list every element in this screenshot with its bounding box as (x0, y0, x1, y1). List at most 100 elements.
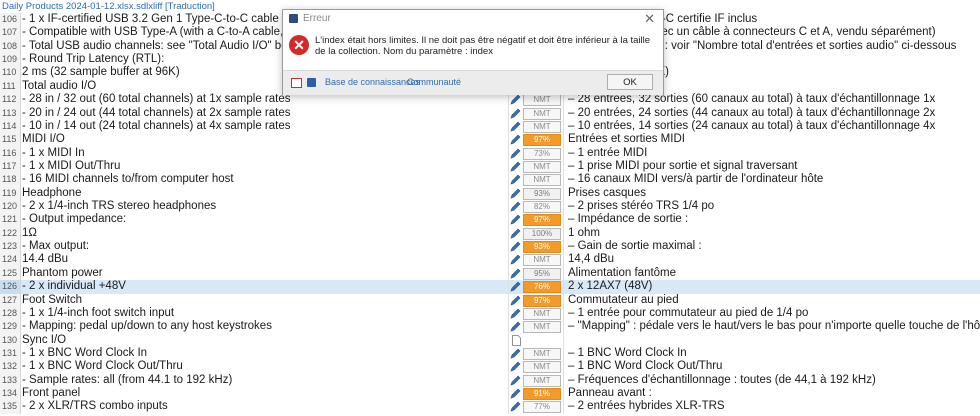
dialog-message: L'index était hors limites. Il ne doit p… (315, 35, 651, 57)
source-text[interactable]: 1Ω (21, 226, 509, 241)
segment-row[interactable]: 113- 20 in / 24 out (44 total channels) … (0, 106, 980, 120)
segment-row[interactable]: 129- Mapping: pedal up/down to any host … (0, 320, 980, 334)
target-text[interactable]: – Gain de sortie maximal : (568, 240, 980, 253)
source-text[interactable]: - 2 x individual +48V (21, 280, 509, 294)
match-badge: 73% (523, 147, 561, 160)
segment-row[interactable]: 125 Phantom power 95% Alimentation fantôme (0, 266, 980, 281)
segment-row[interactable]: 127 Foot Switch 97% Commutateur au pied (0, 293, 980, 307)
segment-number: 126 (0, 280, 21, 294)
source-text[interactable]: - 2 x 1/4-inch TRS stereo headphones (21, 200, 509, 214)
segment-row[interactable]: 135- 2 x XLR/TRS combo inputs 77% – 2 entr… (0, 400, 980, 414)
target-text[interactable]: – 28 entrées, 32 sorties (60 canaux au t… (568, 93, 980, 106)
dialog-title: Erreur (303, 13, 331, 24)
community-link[interactable]: Communauté (407, 77, 461, 87)
target-text[interactable]: – 10 entrées, 14 sorties (24 canaux au t… (568, 120, 980, 133)
segment-row[interactable]: 120- 2 x 1/4-inch TRS stereo headphones 8… (0, 200, 980, 214)
segment-row[interactable]: 112- 28 in / 32 out (60 total channels) … (0, 93, 980, 107)
match-badge: 76% (523, 281, 561, 294)
source-text[interactable]: MIDI I/O (21, 133, 509, 147)
target-text[interactable]: – Fréquences d'échantillonnage : toutes … (568, 374, 980, 387)
source-text[interactable]: Foot Switch (21, 293, 509, 307)
target-text[interactable]: Panneau avant : (568, 387, 980, 400)
source-text[interactable]: - 1 x BNC Word Clock In (21, 346, 509, 361)
source-text[interactable]: - Output impedance: (21, 213, 509, 227)
source-text[interactable]: - 28 in / 32 out (60 total channels) at … (21, 93, 509, 107)
segment-row[interactable]: 121- Output impedance: 97% – Impédance de … (0, 213, 980, 227)
segment-row[interactable]: 133- Sample rates: all (from 44.1 to 192… (0, 373, 980, 388)
source-text[interactable]: - 16 MIDI channels to/from computer host (21, 173, 509, 187)
segment-row[interactable]: 114- 10 in / 14 out (24 total channels) … (0, 119, 980, 134)
target-text[interactable]: – 1 BNC Word Clock Out/Thru (568, 360, 980, 373)
target-text[interactable]: – 2 prises stéréo TRS 1/4 po (568, 200, 980, 213)
target-text[interactable]: Commutateur au pied (568, 294, 980, 307)
source-text[interactable]: - 1 x BNC Word Clock Out/Thru (21, 360, 509, 374)
source-text[interactable]: Sync I/O (21, 333, 509, 347)
segment-number: 130 (0, 333, 21, 347)
target-text[interactable]: – 16 canaux MIDI vers/à partir de l'ordi… (568, 173, 980, 186)
segment-row[interactable]: 131- 1 x BNC Word Clock In NMT – 1 BNC Wor… (0, 346, 980, 361)
match-badge: NMT (523, 107, 561, 120)
source-text[interactable]: - 20 in / 24 out (44 total channels) at … (21, 106, 509, 120)
app-icon (289, 14, 298, 23)
target-text[interactable]: – 20 entrées, 24 sorties (44 canaux au t… (568, 107, 980, 120)
segment-row[interactable]: 130 Sync I/O (0, 333, 980, 347)
source-text[interactable]: Headphone (21, 186, 509, 201)
segment-row[interactable]: 126- 2 x individual +48V 76% 2 x 12AX7 (48… (0, 280, 980, 294)
target-text[interactable]: – Impédance de sortie : (568, 213, 980, 226)
pencil-icon (510, 188, 521, 199)
source-text[interactable]: - 1 x 1/4-inch foot switch input (21, 306, 509, 321)
segment-row[interactable]: 118- 16 MIDI channels to/from computer h… (0, 173, 980, 187)
segment-row[interactable]: 134 Front panel 91% Panneau avant : (0, 387, 980, 401)
target-text[interactable]: 1 ohm (568, 227, 980, 240)
source-text[interactable]: - 1 x MIDI Out/Thru (21, 159, 509, 174)
match-badge: NMT (523, 361, 561, 374)
target-text[interactable]: – 1 BNC Word Clock In (568, 347, 980, 360)
match-badge: 97% (523, 294, 561, 307)
pencil-icon (510, 361, 521, 372)
pencil-icon (510, 134, 521, 145)
segment-status: NMT (508, 253, 564, 267)
source-text[interactable]: - 10 in / 14 out (24 total channels) at … (21, 119, 509, 134)
report-icon[interactable] (291, 78, 302, 88)
target-text[interactable]: Entrées et sorties MIDI (568, 133, 980, 146)
document-tab[interactable]: Daily Products 2024-01-12.xlsx.sdlxliff … (2, 0, 215, 13)
source-text[interactable]: Front panel (21, 387, 509, 401)
target-text[interactable]: 14,4 dBu (568, 253, 980, 266)
match-badge: NMT (523, 174, 561, 187)
segment-row[interactable]: 124 14.4 dBu NMT 14,4 dBu (0, 253, 980, 267)
pencil-icon (510, 255, 521, 265)
source-text[interactable]: - Max output: (21, 240, 509, 254)
target-text[interactable]: – 1 entrée pour commutateur au pied de 1… (568, 307, 980, 320)
save-icon[interactable] (307, 78, 316, 87)
target-text[interactable]: 2 x 12AX7 (48V) (568, 280, 980, 293)
pencil-icon (510, 321, 521, 332)
source-text[interactable]: - 1 x MIDI In (21, 146, 509, 160)
source-text[interactable]: - 2 x XLR/TRS combo inputs (21, 400, 509, 414)
error-x-icon: ✕ (289, 35, 309, 55)
ok-button[interactable]: OK (607, 74, 653, 90)
segment-status: NMT (508, 93, 564, 107)
pencil-icon (510, 228, 521, 239)
source-text[interactable]: - Mapping: pedal up/down to any host key… (21, 320, 509, 334)
segment-row[interactable]: 132- 1 x BNC Word Clock Out/Thru NMT – 1 B… (0, 360, 980, 374)
knowledge-base-link[interactable]: Base de connaissances (325, 77, 420, 87)
target-text[interactable]: – 2 entrées hybrides XLR-TRS (568, 400, 980, 413)
segment-row[interactable]: 128- 1 x 1/4-inch foot switch input NMT – … (0, 306, 980, 321)
source-text[interactable]: Phantom power (21, 266, 509, 281)
target-text[interactable]: Prises casques (568, 187, 980, 200)
segment-row[interactable]: 122 1Ω 100% 1 ohm (0, 226, 980, 241)
close-icon[interactable]: ✕ (644, 11, 655, 27)
segment-row[interactable]: 123- Max output: 93% – Gain de sortie maxi… (0, 240, 980, 254)
segment-row[interactable]: 119 Headphone 93% Prises casques (0, 186, 980, 201)
target-text[interactable]: – "Mapping" : pédale vers le haut/vers l… (568, 320, 980, 333)
target-text[interactable]: Alimentation fantôme (568, 267, 980, 280)
segment-row[interactable]: 116- 1 x MIDI In 73% – 1 entrée MIDI (0, 146, 980, 160)
source-text[interactable]: - Sample rates: all (from 44.1 to 192 kH… (21, 373, 509, 388)
segment-status: NMT (508, 360, 564, 374)
target-text[interactable]: – 1 prise MIDI pour sortie et signal tra… (568, 160, 980, 173)
target-text[interactable] (568, 334, 980, 347)
segment-row[interactable]: 117- 1 x MIDI Out/Thru NMT – 1 prise MIDI … (0, 159, 980, 174)
source-text[interactable]: 14.4 dBu (21, 253, 509, 267)
target-text[interactable]: – 1 entrée MIDI (568, 147, 980, 160)
segment-row[interactable]: 115 MIDI I/O 97% Entrées et sorties MIDI (0, 133, 980, 147)
